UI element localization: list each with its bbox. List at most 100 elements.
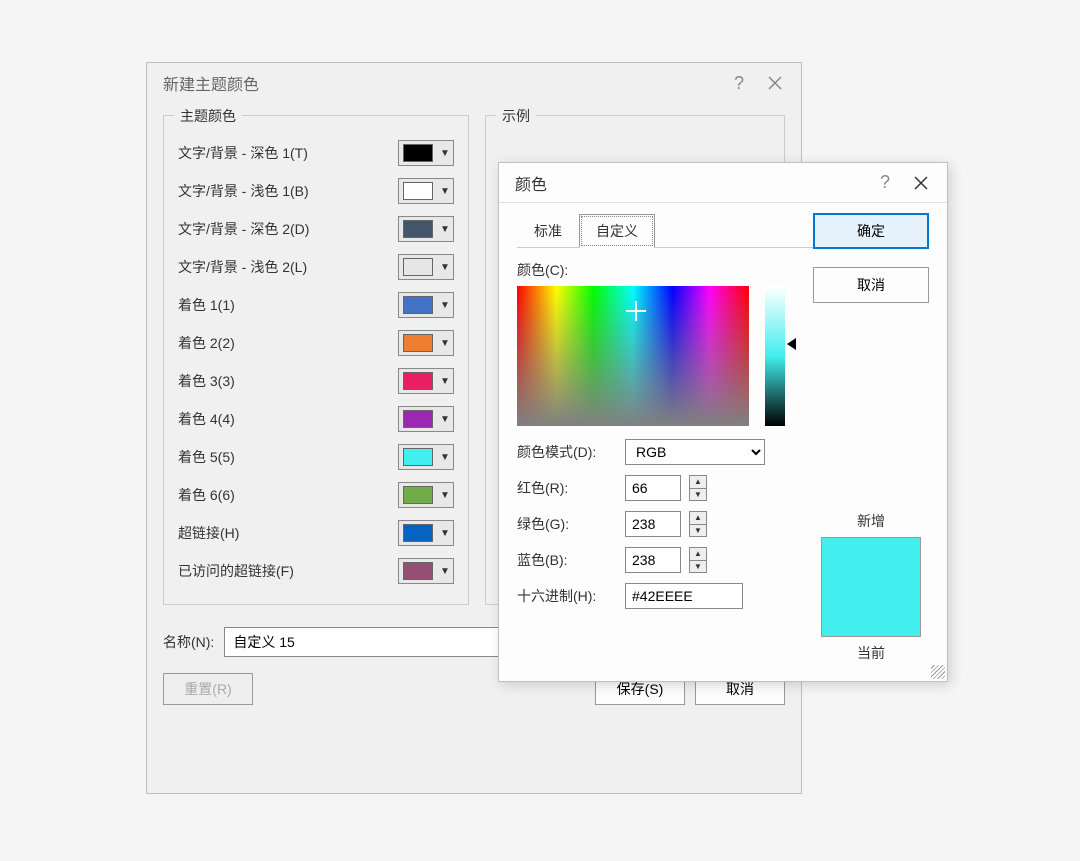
caret-down-icon: ▼	[437, 414, 453, 425]
theme-row-label: 文字/背景 - 深色 1(T)	[178, 143, 388, 163]
spin-down-icon[interactable]: ▼	[690, 525, 706, 537]
spin-up-icon[interactable]: ▲	[690, 512, 706, 525]
hex-input[interactable]	[625, 583, 743, 609]
green-spinner[interactable]: ▲▼	[689, 511, 707, 537]
color-close-button[interactable]	[903, 165, 939, 201]
theme-row: 文字/背景 - 浅色 1(B) ▼	[178, 172, 454, 210]
theme-row: 着色 2(2) ▼	[178, 324, 454, 362]
name-label: 名称(N):	[163, 632, 214, 652]
theme-row: 着色 6(6) ▼	[178, 476, 454, 514]
spin-down-icon[interactable]: ▼	[690, 561, 706, 573]
color-dropdown[interactable]: ▼	[398, 254, 454, 280]
theme-row: 文字/背景 - 浅色 2(L) ▼	[178, 248, 454, 286]
caret-down-icon: ▼	[437, 262, 453, 273]
green-label: 绿色(G):	[517, 514, 617, 534]
caret-down-icon: ▼	[437, 186, 453, 197]
color-swatch	[403, 144, 433, 162]
close-button[interactable]	[757, 65, 793, 101]
color-dropdown[interactable]: ▼	[398, 406, 454, 432]
color-dropdown[interactable]: ▼	[398, 216, 454, 242]
theme-row-label: 着色 2(2)	[178, 333, 388, 353]
color-swatch	[403, 296, 433, 314]
theme-row-label: 超链接(H)	[178, 523, 388, 543]
help-button[interactable]: ?	[721, 65, 757, 101]
color-dropdown[interactable]: ▼	[398, 444, 454, 470]
current-label: 当前	[813, 643, 929, 663]
red-spinner[interactable]: ▲▼	[689, 475, 707, 501]
red-input[interactable]	[625, 475, 681, 501]
color-swatch	[403, 410, 433, 428]
theme-colors-group: 主题颜色 文字/背景 - 深色 1(T)▼文字/背景 - 浅色 1(B)▼文字/…	[163, 115, 469, 605]
caret-down-icon: ▼	[437, 376, 453, 387]
spin-up-icon[interactable]: ▲	[690, 476, 706, 489]
color-dialog: 颜色 ? 标准 自定义 颜色(C): 颜色	[498, 162, 948, 682]
color-swatch	[403, 372, 433, 390]
theme-row: 着色 3(3) ▼	[178, 362, 454, 400]
color-swatch	[403, 524, 433, 542]
color-dropdown[interactable]: ▼	[398, 292, 454, 318]
theme-row-label: 着色 4(4)	[178, 409, 388, 429]
red-label: 红色(R):	[517, 478, 617, 498]
blue-input[interactable]	[625, 547, 681, 573]
caret-down-icon: ▼	[437, 338, 453, 349]
reset-button[interactable]: 重置(R)	[163, 673, 253, 705]
caret-down-icon: ▼	[437, 566, 453, 577]
color-dropdown[interactable]: ▼	[398, 558, 454, 584]
preview-panel: 新增 当前	[813, 511, 929, 663]
green-input[interactable]	[625, 511, 681, 537]
blue-spinner[interactable]: ▲▼	[689, 547, 707, 573]
tab-standard[interactable]: 标准	[517, 214, 579, 248]
caret-down-icon: ▼	[437, 300, 453, 311]
color-cancel-button[interactable]: 取消	[813, 267, 929, 303]
color-dropdown[interactable]: ▼	[398, 368, 454, 394]
new-label: 新增	[813, 511, 929, 531]
color-swatch	[403, 220, 433, 238]
theme-row-label: 文字/背景 - 浅色 1(B)	[178, 181, 388, 201]
caret-down-icon: ▼	[437, 224, 453, 235]
theme-colors-legend: 主题颜色	[174, 106, 242, 126]
theme-row: 已访问的超链接(F) ▼	[178, 552, 454, 590]
theme-row-label: 着色 6(6)	[178, 485, 388, 505]
color-dropdown[interactable]: ▼	[398, 520, 454, 546]
caret-down-icon: ▼	[437, 148, 453, 159]
caret-down-icon: ▼	[437, 528, 453, 539]
theme-row: 文字/背景 - 深色 1(T) ▼	[178, 134, 454, 172]
caret-down-icon: ▼	[437, 452, 453, 463]
color-swatch	[403, 258, 433, 276]
color-swatch	[403, 182, 433, 200]
mode-label: 颜色模式(D):	[517, 442, 617, 462]
theme-row: 着色 4(4) ▼	[178, 400, 454, 438]
theme-row-label: 着色 3(3)	[178, 371, 388, 391]
dialog-buttons: 确定 取消	[813, 213, 929, 303]
color-help-button[interactable]: ?	[867, 165, 903, 201]
color-body: 标准 自定义 颜色(C): 颜色模式(D): RGB 红色(R):	[499, 203, 947, 681]
spin-up-icon[interactable]: ▲	[690, 548, 706, 561]
blue-label: 蓝色(B):	[517, 550, 617, 570]
color-dropdown[interactable]: ▼	[398, 482, 454, 508]
preview-swatch	[821, 537, 921, 637]
spin-down-icon[interactable]: ▼	[690, 489, 706, 501]
luminance-slider[interactable]	[765, 286, 785, 426]
color-field[interactable]	[517, 286, 749, 426]
theme-row-label: 文字/背景 - 深色 2(D)	[178, 219, 388, 239]
color-dropdown[interactable]: ▼	[398, 140, 454, 166]
color-titlebar: 颜色 ?	[499, 163, 947, 203]
theme-row-label: 文字/背景 - 浅色 2(L)	[178, 257, 388, 277]
tab-custom[interactable]: 自定义	[579, 214, 655, 248]
theme-row: 着色 1(1)▼	[178, 286, 454, 324]
mode-select[interactable]: RGB	[625, 439, 765, 465]
resize-grip[interactable]	[931, 665, 945, 679]
color-swatch	[403, 486, 433, 504]
color-dropdown[interactable]: ▼	[398, 330, 454, 356]
theme-row-label: 着色 5(5)	[178, 447, 388, 467]
theme-row: 着色 5(5) ▼	[178, 438, 454, 476]
color-cursor	[629, 304, 643, 318]
ok-button[interactable]: 确定	[813, 213, 929, 249]
theme-row-label: 已访问的超链接(F)	[178, 561, 388, 581]
color-dropdown[interactable]: ▼	[398, 178, 454, 204]
color-title: 颜色	[515, 171, 867, 195]
caret-down-icon: ▼	[437, 490, 453, 501]
color-swatch	[403, 448, 433, 466]
theme-titlebar: 新建主题颜色 ?	[147, 63, 801, 103]
theme-row: 文字/背景 - 深色 2(D) ▼	[178, 210, 454, 248]
